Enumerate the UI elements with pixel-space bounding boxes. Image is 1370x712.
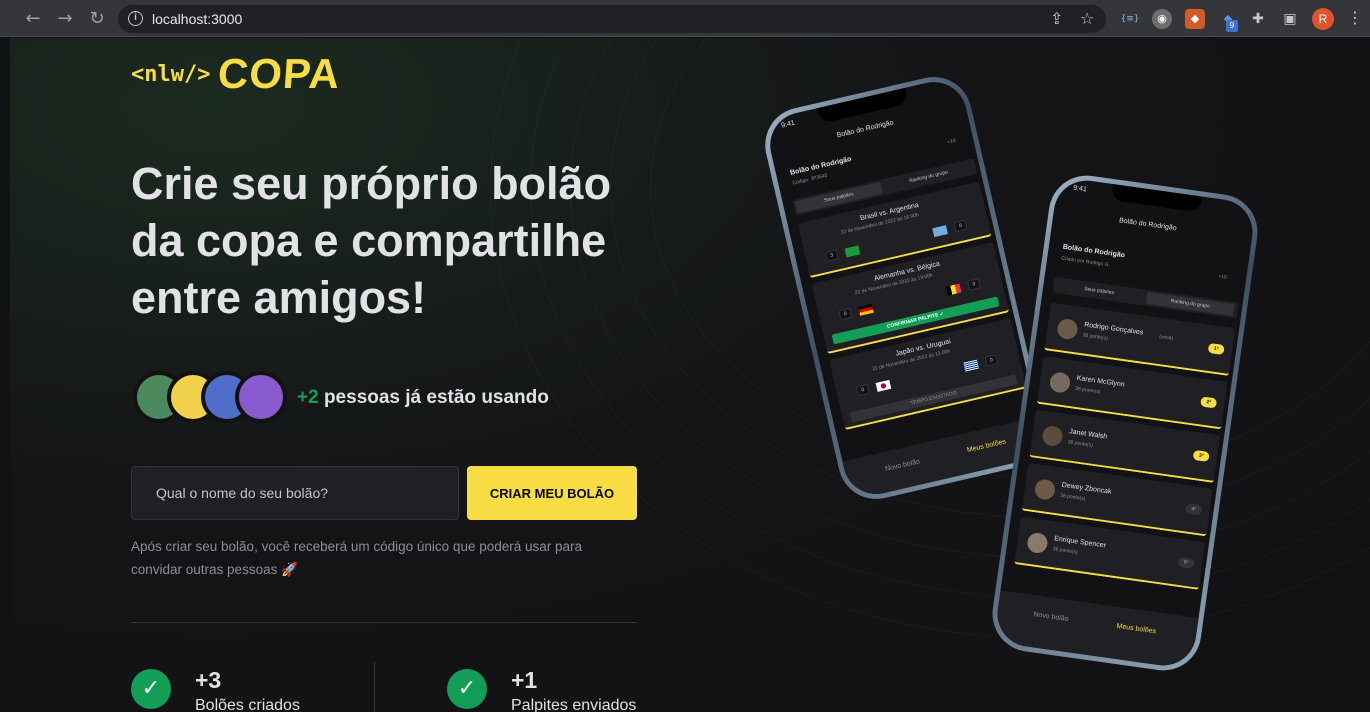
stat-value: +3 bbox=[195, 667, 222, 693]
browser-toolbar: ← → ↻ i localhost:3000 ⇪ ☆ {≡} ◉ ◆ ◆ 9 ✚… bbox=[0, 0, 1370, 37]
germany-flag-icon bbox=[858, 303, 874, 316]
score-input[interactable]: 0 bbox=[984, 354, 999, 367]
phone-bottom-nav: Novo bolão Meus bolões bbox=[993, 590, 1199, 670]
owl-extension-icon[interactable]: ◉ bbox=[1152, 9, 1172, 29]
page-title: Crie seu próprio bolão da copa e compart… bbox=[131, 158, 612, 323]
score-input[interactable]: 0 bbox=[953, 219, 968, 233]
address-bar[interactable]: i localhost:3000 ⇪ ☆ bbox=[118, 5, 1106, 33]
stat-divider bbox=[374, 662, 375, 712]
logo-prefix: <nlw/> bbox=[131, 61, 211, 87]
avatar bbox=[1048, 371, 1072, 394]
logo: <nlw/> COPA bbox=[131, 50, 343, 97]
brazil-flag-icon bbox=[844, 245, 861, 258]
divider bbox=[131, 622, 637, 623]
avatar bbox=[235, 371, 287, 423]
uruguay-flag-icon bbox=[963, 359, 979, 372]
tab-my-guesses[interactable]: Seus palpites bbox=[1055, 279, 1144, 303]
participants-extra: +10 bbox=[1217, 273, 1228, 281]
argentina-flag-icon bbox=[932, 225, 948, 238]
tab-group-ranking[interactable]: Ranking do grupo bbox=[1145, 291, 1235, 316]
bookmark-star-icon[interactable]: ☆ bbox=[1080, 9, 1094, 28]
avatar bbox=[1026, 531, 1049, 555]
avatar bbox=[1033, 478, 1057, 501]
ranking-points: 36 ponto(s) bbox=[1067, 439, 1094, 449]
form-hint: Após criar seu bolão, você receberá um c… bbox=[131, 539, 583, 577]
avatar bbox=[1056, 317, 1079, 341]
score-input[interactable]: 3 bbox=[824, 249, 839, 262]
score-input[interactable]: 0 bbox=[855, 383, 870, 397]
stat-label: Bolões criados bbox=[195, 697, 300, 712]
users-count-text: +2 pessoas já estão usando bbox=[297, 387, 549, 409]
phone-title: Bolão do Rodrigão bbox=[836, 119, 895, 140]
pool-name-input[interactable] bbox=[131, 466, 459, 520]
nav-my-pools[interactable]: Meus bolões bbox=[966, 438, 1006, 454]
page-content: <nlw/> COPA Crie seu próprio bolão da co… bbox=[10, 38, 1370, 712]
check-icon: ✓ bbox=[447, 669, 487, 709]
participants-extra: +10 bbox=[946, 137, 957, 146]
nav-new-pool[interactable]: Novo bolão bbox=[1033, 611, 1069, 623]
ranking-points: 36 ponto(s) bbox=[1074, 385, 1101, 396]
nav-new-pool[interactable]: Novo bolão bbox=[885, 458, 921, 473]
score-input[interactable]: 0 bbox=[838, 307, 853, 321]
ranking-tag: (você) bbox=[1158, 333, 1174, 342]
reload-icon[interactable]: ↻ bbox=[86, 8, 108, 30]
phone-title: Bolão do Rodrigão bbox=[1118, 217, 1178, 233]
ranking-points: 36 ponto(s) bbox=[1082, 332, 1109, 342]
phone-time: 9:41 bbox=[1072, 184, 1088, 194]
sidebar-icon[interactable]: ▣ bbox=[1280, 9, 1300, 29]
stat-value: +1 bbox=[511, 667, 538, 693]
ranking-position: 5º bbox=[1177, 556, 1195, 569]
ranking-points: 36 ponto(s) bbox=[1059, 492, 1086, 503]
profile-avatar[interactable]: R bbox=[1312, 8, 1334, 30]
json-extension-icon[interactable]: {≡} bbox=[1120, 9, 1140, 29]
ranking-position: 2º bbox=[1200, 396, 1218, 409]
ranking-position: 4º bbox=[1185, 503, 1203, 516]
belgium-flag-icon bbox=[945, 283, 962, 296]
ranking-position: 3º bbox=[1192, 449, 1210, 462]
users-count: +2 bbox=[297, 387, 319, 408]
site-info-icon[interactable]: i bbox=[128, 11, 143, 26]
logo-name: COPA bbox=[216, 50, 343, 97]
share-icon[interactable]: ⇪ bbox=[1050, 9, 1063, 28]
ranking-points: 36 ponto(s) bbox=[1052, 546, 1079, 556]
check-icon: ✓ bbox=[131, 669, 171, 709]
ranking-position: 1º bbox=[1207, 342, 1225, 356]
back-icon[interactable]: ← bbox=[22, 8, 44, 30]
ranking-name: Janet Walsh bbox=[1068, 428, 1108, 441]
extension-badge: 9 bbox=[1226, 20, 1238, 32]
forward-icon[interactable]: → bbox=[54, 8, 76, 30]
pool-creator: Criado por Rodrigo G. bbox=[1060, 255, 1111, 269]
menu-dots-icon[interactable]: ⋮ bbox=[1347, 8, 1363, 27]
time-expired-button: TEMPO ESGOTADO bbox=[849, 374, 1018, 423]
create-pool-button[interactable]: CRIAR MEU BOLÃO bbox=[467, 466, 637, 520]
phone-time: 9:41 bbox=[780, 119, 796, 130]
users-count-label: pessoas já estão usando bbox=[318, 387, 549, 408]
stat-label: Palpites enviados bbox=[511, 697, 637, 712]
avatar bbox=[1041, 424, 1064, 448]
japan-flag-icon bbox=[875, 379, 892, 392]
score-input[interactable]: 0 bbox=[966, 278, 981, 291]
url-text: localhost:3000 bbox=[152, 11, 243, 27]
nav-my-pools[interactable]: Meus bolões bbox=[1116, 623, 1156, 635]
puzzle-icon[interactable]: ✚ bbox=[1248, 9, 1268, 29]
fox-extension-icon[interactable]: ◆ bbox=[1185, 9, 1205, 29]
